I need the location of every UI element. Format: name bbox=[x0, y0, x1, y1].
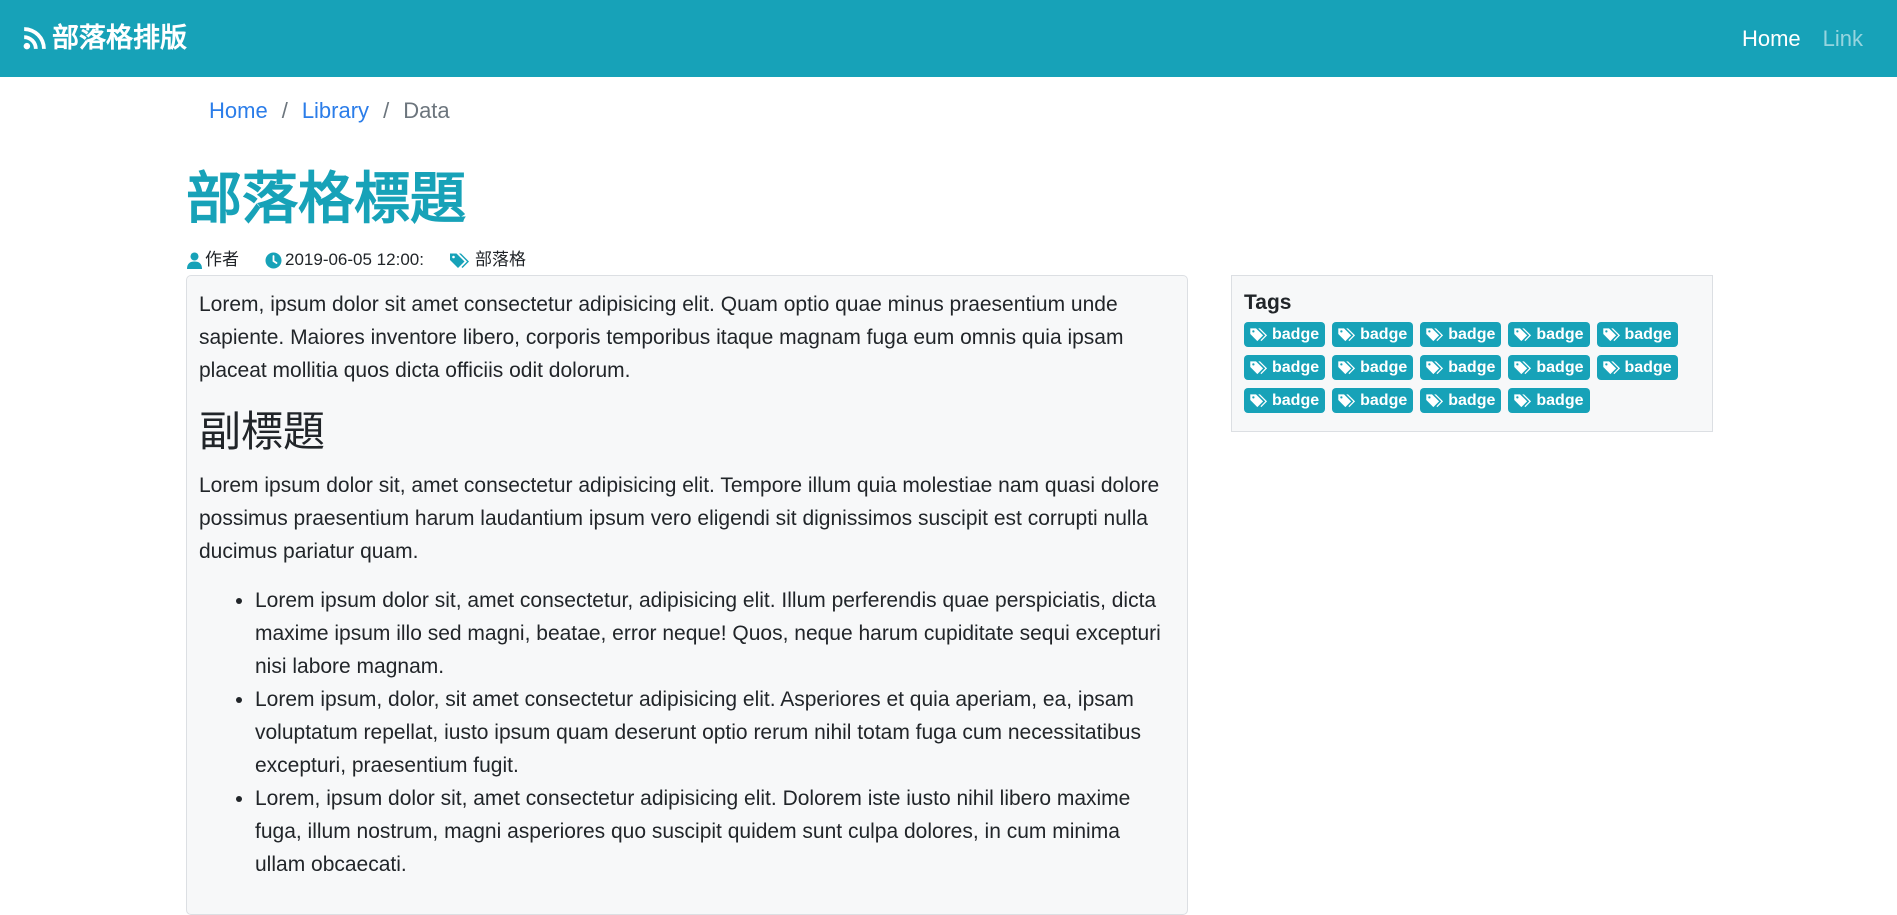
tags-icon bbox=[1602, 327, 1623, 342]
post-meta: 作者 2019-06-05 12:00: 部落格 bbox=[187, 248, 552, 272]
page-title: 部落格標題 bbox=[186, 167, 466, 230]
clock-icon bbox=[265, 252, 282, 269]
badge-list: badge badge badge badge badge badge badge badge… bbox=[1244, 322, 1684, 413]
tag-badge[interactable]: badge bbox=[1332, 322, 1414, 347]
badge-label: badge bbox=[1536, 325, 1584, 343]
tag-badge[interactable]: badge bbox=[1508, 388, 1590, 413]
badge-label: badge bbox=[1272, 358, 1320, 376]
breadcrumb-separator: / bbox=[281, 98, 288, 123]
list-item: Lorem, ipsum dolor sit, amet consectetur… bbox=[255, 782, 1173, 881]
list-item: Lorem ipsum dolor sit, amet consectetur,… bbox=[255, 584, 1173, 683]
post-paragraph: Lorem, ipsum dolor sit amet consectetur … bbox=[199, 293, 1124, 382]
tag-badge[interactable]: badge bbox=[1332, 355, 1414, 380]
badge-label: badge bbox=[1536, 358, 1584, 376]
tag-badge[interactable]: badge bbox=[1508, 322, 1590, 347]
tags-icon bbox=[1338, 393, 1358, 408]
tags-icon bbox=[1514, 360, 1534, 375]
tags-panel: Tags badge badge badge badge badge badge badge… bbox=[1231, 275, 1713, 432]
badge-label: badge bbox=[1448, 325, 1496, 343]
tags-icon bbox=[1338, 327, 1358, 342]
navbar-links: Home Link bbox=[1742, 24, 1863, 54]
breadcrumb-library[interactable]: Library bbox=[302, 96, 369, 126]
post-date: 2019-06-05 12:00: bbox=[285, 250, 424, 269]
breadcrumb-separator: / bbox=[383, 98, 390, 123]
tag-badge[interactable]: badge bbox=[1420, 355, 1502, 380]
nav-link-link[interactable]: Link bbox=[1823, 24, 1863, 54]
breadcrumb: Home / Library / Data bbox=[209, 96, 450, 126]
tag-badge[interactable]: badge bbox=[1244, 322, 1326, 347]
rss-icon bbox=[22, 25, 48, 51]
post-content: Lorem, ipsum dolor sit amet consectetur … bbox=[186, 275, 1188, 915]
badge-label: badge bbox=[1448, 358, 1496, 376]
post-category[interactable]: 部落格 bbox=[475, 248, 526, 272]
tags-icon bbox=[1426, 327, 1446, 342]
user-icon bbox=[187, 252, 202, 269]
tags-icon bbox=[1514, 393, 1534, 408]
breadcrumb-current: Data bbox=[403, 98, 450, 123]
tag-badge[interactable]: badge bbox=[1244, 388, 1326, 413]
tags-icon bbox=[1250, 327, 1270, 342]
tags-icon bbox=[1250, 360, 1270, 375]
post-list: Lorem ipsum dolor sit, amet consectetur,… bbox=[199, 584, 1173, 881]
post-paragraph: Lorem ipsum dolor sit, amet consectetur … bbox=[199, 474, 1160, 563]
tags-icon bbox=[1426, 393, 1446, 408]
tag-badge[interactable]: badge bbox=[1596, 322, 1678, 347]
tag-badge[interactable]: badge bbox=[1420, 388, 1502, 413]
tag-badge[interactable]: badge bbox=[1332, 388, 1414, 413]
meta-date: 2019-06-05 12:00: bbox=[265, 248, 424, 272]
meta-author: 作者 bbox=[187, 248, 239, 272]
badge-label: badge bbox=[1624, 325, 1672, 343]
tag-badge[interactable]: badge bbox=[1420, 322, 1502, 347]
tags-icon bbox=[1426, 360, 1446, 375]
author-name: 作者 bbox=[205, 250, 239, 269]
badge-label: badge bbox=[1536, 391, 1584, 409]
tag-badge[interactable]: badge bbox=[1596, 355, 1678, 380]
badge-label: badge bbox=[1360, 358, 1408, 376]
badge-label: badge bbox=[1272, 325, 1320, 343]
tags-icon bbox=[449, 252, 472, 269]
tags-title: Tags bbox=[1244, 291, 1292, 314]
tag-badge[interactable]: badge bbox=[1508, 355, 1590, 380]
tags-icon bbox=[1602, 360, 1623, 375]
tag-badge[interactable]: badge bbox=[1244, 355, 1326, 380]
nav-link-home[interactable]: Home bbox=[1742, 24, 1801, 54]
badge-label: badge bbox=[1272, 391, 1320, 409]
tags-icon bbox=[1250, 393, 1270, 408]
badge-label: badge bbox=[1360, 325, 1408, 343]
badge-label: badge bbox=[1624, 358, 1672, 376]
badge-label: badge bbox=[1448, 391, 1496, 409]
tags-icon bbox=[1514, 327, 1534, 342]
navbar: 部落格排版 Home Link bbox=[0, 0, 1897, 77]
tags-icon bbox=[1338, 360, 1358, 375]
brand-title: 部落格排版 bbox=[52, 23, 187, 53]
brand[interactable]: 部落格排版 bbox=[22, 21, 187, 55]
meta-category: 部落格 bbox=[449, 248, 526, 272]
badge-label: badge bbox=[1360, 391, 1408, 409]
list-item: Lorem ipsum, dolor, sit amet consectetur… bbox=[255, 683, 1173, 782]
post-subtitle: 副標題 bbox=[199, 408, 326, 455]
breadcrumb-home[interactable]: Home bbox=[209, 96, 268, 126]
